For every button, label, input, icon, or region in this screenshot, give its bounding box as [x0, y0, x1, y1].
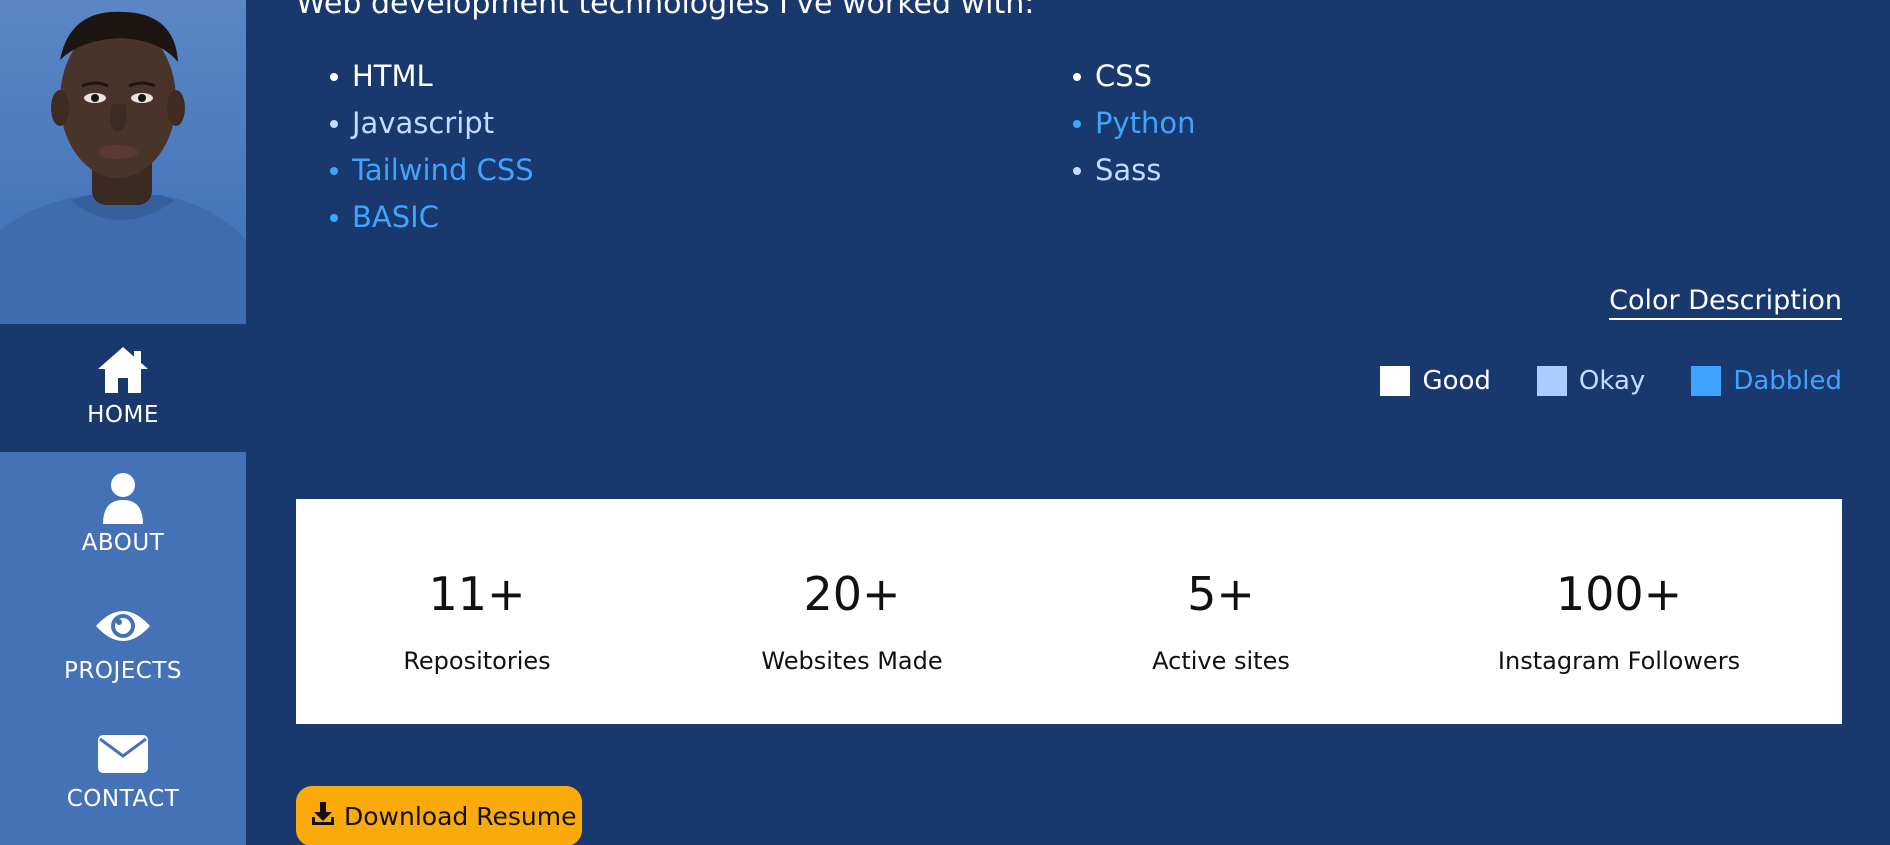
stat-value: 5+: [1187, 567, 1255, 621]
stat-websites: 20+ Websites Made: [658, 499, 1046, 724]
stat-value: 100+: [1555, 567, 1683, 621]
nav-contact-label: CONTACT: [66, 786, 180, 812]
user-icon: [0, 470, 246, 526]
nav-projects-label: PROJECTS: [64, 658, 182, 684]
legend-okay: Okay: [1536, 366, 1646, 396]
envelope-icon: [0, 726, 246, 782]
home-icon: [0, 342, 246, 398]
tech-list-right: CSS Python Sass: [1039, 53, 1196, 194]
stat-label: Websites Made: [761, 647, 943, 675]
stat-label: Repositories: [403, 647, 551, 675]
nav-projects[interactable]: PROJECTS: [0, 580, 246, 708]
nav-contact[interactable]: CONTACT: [0, 708, 246, 836]
stat-label: Instagram Followers: [1497, 647, 1741, 675]
stat-repositories: 11+ Repositories: [296, 499, 658, 724]
eye-icon: [0, 598, 246, 654]
stat-label: Active sites: [1152, 647, 1290, 675]
stat-instagram: 100+ Instagram Followers: [1396, 499, 1842, 724]
list-item: Python: [1039, 100, 1196, 147]
download-resume-button[interactable]: Download Resume: [296, 786, 582, 845]
nav-about-label: ABOUT: [81, 530, 165, 556]
sidebar: HOME ABOUT PROJECTS CONTACT: [0, 0, 246, 845]
stats-panel: 11+ Repositories 20+ Websites Made 5+ Ac…: [296, 499, 1842, 724]
list-item: CSS: [1039, 53, 1180, 100]
list-item: HTML: [296, 53, 518, 100]
legend-dabbled-label: Dabbled: [1733, 366, 1842, 396]
color-legend: Good Okay Dabbled: [1380, 366, 1842, 396]
nav-home-label: HOME: [87, 402, 159, 428]
profile-photo: [0, 0, 246, 324]
legend-good-label: Good: [1422, 366, 1491, 396]
legend-dabbled-swatch: [1691, 366, 1722, 396]
nav-home[interactable]: HOME: [0, 324, 246, 452]
stat-active-sites: 5+ Active sites: [1046, 499, 1396, 724]
legend-good: Good: [1380, 366, 1491, 396]
nav-about[interactable]: ABOUT: [0, 452, 246, 580]
list-item: Javascript: [296, 100, 518, 147]
legend-okay-label: Okay: [1578, 366, 1646, 396]
tech-list-left: HTML Javascript Tailwind CSS BASIC: [296, 53, 534, 241]
download-icon: [310, 800, 336, 832]
legend-okay-swatch: [1536, 366, 1567, 396]
tech-heading: Web development technologies I've worked…: [296, 0, 1035, 21]
stat-value: 11+: [428, 567, 526, 621]
list-item: Tailwind CSS: [296, 147, 534, 194]
list-item: Sass: [1039, 147, 1180, 194]
stat-value: 20+: [803, 567, 901, 621]
legend-dabbled: Dabbled: [1691, 366, 1842, 396]
legend-good-swatch: [1380, 366, 1411, 396]
list-item: BASIC: [296, 194, 518, 241]
color-description-heading: Color Description: [1609, 285, 1842, 320]
download-resume-label: Download Resume: [344, 801, 577, 831]
